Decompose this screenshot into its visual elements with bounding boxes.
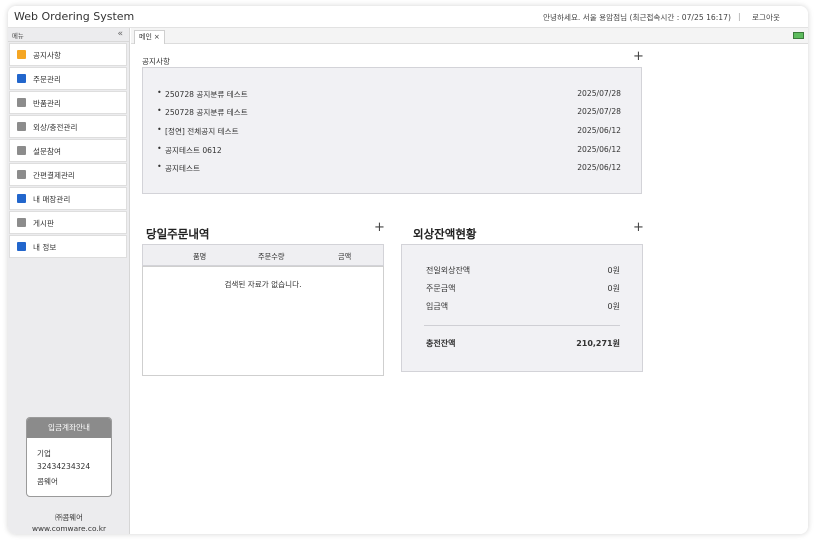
tab-close-icon[interactable]: ×	[154, 33, 160, 41]
sidebar-item-board[interactable]: 게시판	[9, 211, 127, 234]
company-name: ㈜콤웨어	[55, 513, 83, 522]
menu-square-icon	[17, 50, 26, 59]
notice-more-plus-icon[interactable]: +	[633, 50, 644, 63]
column-header: 주문수량	[258, 252, 285, 261]
notice-title[interactable]: [정연] 전체공지 테스트	[165, 126, 239, 137]
bank-account-number: 32434234324	[37, 462, 91, 471]
sidebar-item-label: 내 매장관리	[33, 195, 71, 204]
tab-bar: 메인 ×	[131, 28, 808, 44]
status-indicator-icon	[793, 32, 804, 39]
balance-total-label: 충전잔액	[426, 339, 456, 348]
bank-account-holder: 콤웨어	[37, 477, 58, 486]
sidebar-item-my-info[interactable]: 내 정보	[9, 235, 127, 258]
sidebar-item-survey[interactable]: 설문참여	[9, 139, 127, 162]
balance-divider	[424, 325, 620, 326]
collapse-icon[interactable]: «	[117, 29, 123, 39]
orders-section-title: 당일주문내역	[146, 227, 210, 241]
bank-account-box: 입금계좌안내 기업 32434234324 콤웨어	[26, 417, 112, 497]
menu-square-icon	[17, 242, 26, 251]
orders-more-plus-icon[interactable]: +	[374, 221, 385, 234]
sidebar-item-label: 게시판	[33, 219, 54, 228]
sidebar-item-easy-pay[interactable]: 간편결제관리	[9, 163, 127, 186]
notice-section-title: 공지사항	[142, 57, 170, 66]
menu-square-icon	[17, 74, 26, 83]
sidebar-item-label: 반품관리	[33, 99, 61, 108]
menu-header: 메뉴 «	[8, 28, 129, 42]
header-separator: |	[738, 12, 741, 21]
menu-square-icon	[17, 122, 26, 131]
empty-message: 검색된 자료가 없습니다.	[224, 280, 302, 289]
sidebar-item-label: 간편결제관리	[33, 171, 75, 180]
bullet-icon: •	[157, 162, 162, 171]
notice-title[interactable]: 250728 공지분류 테스트	[165, 107, 248, 118]
notice-title[interactable]: 공지테스트 0612	[165, 145, 222, 156]
notice-date: 2025/07/28	[577, 89, 621, 98]
notice-title[interactable]: 공지테스트	[165, 163, 200, 174]
list-item[interactable]: • 250728 공지분류 테스트 2025/07/28	[143, 84, 643, 102]
menu-square-icon	[17, 218, 26, 227]
sidebar-item-label: 외상/충전관리	[33, 123, 78, 132]
top-header: Web Ordering System 안녕하세요. 서울 용암점님 (최근접속…	[8, 6, 808, 28]
sidebar-item-returns[interactable]: 반품관리	[9, 91, 127, 114]
sidebar-item-label: 내 정보	[33, 243, 57, 252]
balance-value: 0원	[607, 266, 620, 275]
logout-link[interactable]: 로그아웃	[752, 12, 780, 23]
column-header: 금액	[338, 252, 352, 261]
balance-label: 전일외상잔액	[426, 266, 471, 275]
notice-date: 2025/07/28	[577, 107, 621, 116]
sidebar-item-orders[interactable]: 주문관리	[9, 67, 127, 90]
bullet-icon: •	[157, 125, 162, 134]
tab-main[interactable]: 메인 ×	[134, 30, 165, 44]
list-item[interactable]: • 250728 공지분류 테스트 2025/07/28	[143, 102, 643, 120]
tab-label: 메인	[139, 33, 152, 41]
notice-title[interactable]: 250728 공지분류 테스트	[165, 89, 248, 100]
balance-label: 주문금액	[426, 284, 456, 293]
orders-table-header: 품명 주문수량 금액	[142, 244, 384, 266]
sidebar: 메뉴 « 공지사항 주문관리 반품관리 외상/충전관리 설문참여 간편결제관리 …	[8, 28, 130, 534]
menu-label: 메뉴	[12, 32, 24, 40]
company-url: www.comware.co.kr	[31, 524, 107, 533]
notice-list: • 250728 공지분류 테스트 2025/07/28 • 250728 공지…	[142, 67, 642, 194]
list-item[interactable]: • 공지테스트 0612 2025/06/12	[143, 140, 643, 158]
list-item[interactable]: • [정연] 전체공지 테스트 2025/06/12	[143, 121, 643, 139]
column-header: 품명	[193, 252, 207, 261]
bank-name: 기업	[37, 449, 51, 458]
menu-square-icon	[17, 170, 26, 179]
sidebar-item-label: 주문관리	[33, 75, 61, 84]
main-content: + 공지사항 • 250728 공지분류 테스트 2025/07/28 • 25…	[131, 44, 808, 534]
bullet-icon: •	[157, 88, 162, 97]
app-window: Web Ordering System 안녕하세요. 서울 용암점님 (최근접속…	[8, 6, 808, 534]
menu-square-icon	[17, 98, 26, 107]
sidebar-item-notice[interactable]: 공지사항	[9, 43, 127, 66]
balance-total-value: 210,271원	[576, 339, 620, 348]
balance-value: 0원	[607, 302, 620, 311]
sidebar-item-my-store[interactable]: 내 매장관리	[9, 187, 127, 210]
balance-label: 입금액	[426, 302, 449, 311]
menu-square-icon	[17, 194, 26, 203]
balance-summary: 전일외상잔액 0원 주문금액 0원 입금액 0원 충전잔액 210,271원	[401, 244, 643, 372]
user-greeting: 안녕하세요. 서울 용암점님 (최근접속시간 : 07/25 16:17)	[543, 13, 731, 22]
balance-section-title: 외상잔액현황	[413, 227, 477, 241]
menu-square-icon	[17, 146, 26, 155]
menu-list: 공지사항 주문관리 반품관리 외상/충전관리 설문참여 간편결제관리 내 매장관…	[9, 43, 127, 259]
bullet-icon: •	[157, 144, 162, 153]
notice-date: 2025/06/12	[577, 163, 621, 172]
app-title: Web Ordering System	[14, 10, 135, 23]
sidebar-item-label: 설문참여	[33, 147, 61, 156]
notice-date: 2025/06/12	[577, 126, 621, 135]
orders-table-body: 검색된 자료가 없습니다.	[142, 266, 384, 376]
balance-value: 0원	[607, 284, 620, 293]
sidebar-item-credit[interactable]: 외상/충전관리	[9, 115, 127, 138]
list-item[interactable]: • 공지테스트 2025/06/12	[143, 158, 643, 176]
sidebar-item-label: 공지사항	[33, 51, 61, 60]
bank-account-title: 입금계좌안내	[27, 418, 111, 438]
balance-more-plus-icon[interactable]: +	[633, 221, 644, 234]
notice-date: 2025/06/12	[577, 145, 621, 154]
bullet-icon: •	[157, 106, 162, 115]
